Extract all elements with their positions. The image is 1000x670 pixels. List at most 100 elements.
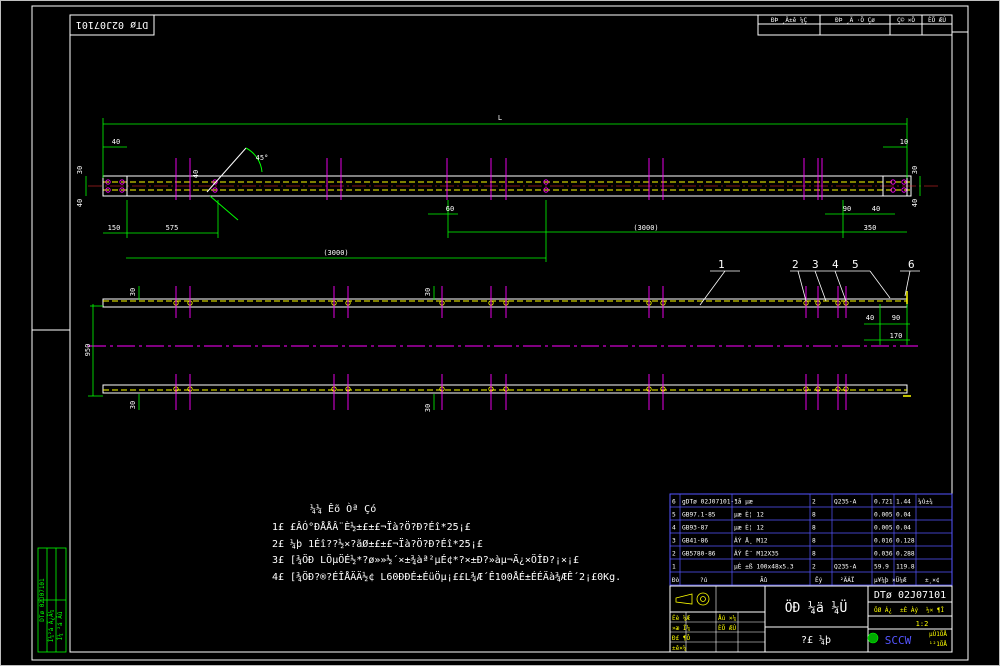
parts-header-cell: Ðò [672, 577, 680, 584]
parts-cell: 0.128 [896, 538, 915, 545]
parts-cell: °å µæ [734, 497, 753, 506]
parts-cell: Q235-A [834, 564, 857, 571]
parts-cell: 0.005 [874, 512, 893, 519]
elevation-view [88, 286, 920, 410]
parts-header-cell: ±¸×¢ [925, 577, 940, 584]
parts-cell: 1 [672, 564, 676, 571]
parts-cell: 2 [812, 564, 816, 571]
note-line-2: 2£ ¼þ 1Éî??½×?ãØ±£±£¬Ïà?Ö?Ð?Éî*25¡£ [272, 537, 483, 550]
parts-cell: 5 [672, 512, 676, 519]
title-block-label: ÈÕ ÆÚ [718, 624, 736, 632]
dim-elev-40: 40 [866, 314, 874, 322]
parts-header-cell: Êý [815, 576, 823, 584]
cad-drawing-canvas[interactable]: DTø 02J07101 ÐÞ ¸Ä±ê ¼Ç ÐÞ ¸Ä ·Ö Çø Ç© ×Ö È… [0, 0, 1000, 666]
dim-40-mid: 40 [192, 170, 200, 178]
title-block-label: ±È Àý [900, 606, 918, 614]
parts-cell: 4 [672, 525, 676, 532]
dim-575: 575 [166, 224, 179, 232]
title-block-label: ÖØ Á¿ [874, 607, 892, 614]
parts-cell: ÂÝ Ë¨ M12X35 [734, 549, 779, 558]
parts-cell: µæ È¦ 12 [734, 523, 764, 532]
parts-cell: 0.005 [874, 525, 893, 532]
dim-170: 170 [890, 332, 903, 340]
callout-6: 6 [908, 258, 915, 271]
parts-header-cell: Ãû [760, 577, 768, 584]
dim-elev-30a: 30 [129, 288, 137, 296]
parts-cell: 8 [812, 525, 816, 532]
parts-header-cell: ?ú [700, 577, 708, 584]
parts-cell: 59.9 [874, 564, 889, 571]
side-strip: DTø 02J07101 Í¼²á Ä¿Â¼ Í¼ ²á Ãû [37, 547, 67, 653]
elevation-ticks [175, 286, 847, 410]
plan-view [88, 147, 940, 221]
notes-heading: ¼¼ Êõ Òª Çó [310, 502, 376, 515]
parts-cell: µæ È¦ 12 [734, 510, 764, 519]
revision-header-0: ÐÞ ¸Ä±ê ¼Ç [771, 17, 808, 24]
parts-cell: 8 [812, 551, 816, 558]
beam-elev-lower [102, 384, 908, 394]
dim-10: 10 [900, 138, 908, 146]
dim-40-right: 40 [872, 205, 880, 213]
dim-30-right: 30 [911, 166, 919, 174]
parts-cell: Q235-A [834, 499, 857, 506]
parts-cell: GB41-86 [682, 538, 708, 545]
title-block-label: ½× ¶Î [926, 607, 944, 614]
dim-3000-right: (3000) [633, 224, 658, 232]
dim-350: 350 [864, 224, 877, 232]
company-logo-icon [867, 632, 879, 644]
parts-cell: 0.288 [896, 551, 915, 558]
dim-150: 150 [108, 224, 121, 232]
note-line-1: 1£ £ÂÓ°ÐÅÅÂ¨È½±£±£¬Ïà?Ö?Ð?Éî*25¡£ [272, 520, 471, 533]
dim-elev-30b: 30 [424, 288, 432, 296]
beam-elev-upper [102, 298, 908, 308]
dim-30-left: 30 [76, 166, 84, 174]
drawing-title: ÖÐ ¼ä ¼Ü [785, 599, 848, 616]
company-name: SCCW [885, 634, 912, 647]
dim-90: 90 [843, 205, 851, 213]
parts-cell: 0.036 [874, 551, 893, 558]
title-block-label: ±ê×¼ [672, 645, 687, 652]
parts-cell: 0.04 [896, 512, 911, 519]
parts-list: 6 gDTø 02J07101-1°å µæ 2 Q235-A 0.721 1.44 ¼û±… [669, 493, 953, 587]
title-block-label: Åú ×¼ [718, 615, 736, 622]
parts-cell: GB97.1-85 [682, 512, 716, 519]
dim-40-left-vert: 40 [76, 199, 84, 207]
parts-cell: 3 [672, 538, 676, 545]
parts-cell: ÂÝ Ä¸ M12 [734, 536, 768, 545]
parts-cell: GB5780-86 [682, 551, 716, 558]
dim-elev-30d: 30 [424, 404, 432, 412]
side-strip-code: DTø 02J07101 [39, 578, 46, 622]
revision-table: ÐÞ ¸Ä±ê ¼Ç ÐÞ ¸Ä ·Ö Çø Ç© ×Ö ÈÕ ÆÚ [757, 14, 953, 36]
parts-cell: 2 [672, 551, 676, 558]
drawing-subtitle: ?£ ¼þ [801, 634, 831, 646]
parts-cell: µÈ ±ß 100x48x5.3 [734, 562, 794, 571]
parts-cell: 0.016 [874, 538, 893, 545]
parts-cell: GB93-87 [682, 525, 708, 532]
parts-cell: 6 [672, 499, 676, 506]
dim-L: L [498, 114, 502, 122]
projection-symbol [675, 592, 710, 606]
dim-diag-40 [209, 195, 239, 221]
callout-3: 3 [812, 258, 819, 271]
title-block-label: Éè ¼Æ [672, 614, 690, 622]
title-block: ÖÐ ¼ä ¼Ü ?£ ¼þ DTø 02J07101 1:2 SCCW µÚ1… [669, 585, 953, 653]
parts-cell: 1.44 [896, 499, 911, 506]
callout-5: 5 [852, 258, 859, 271]
dim-elev-30c: 30 [129, 401, 137, 409]
callout-4: 4 [832, 258, 839, 271]
parts-cell: 0.721 [874, 499, 893, 506]
callout-labels: 1 2 3 4 5 6 [718, 258, 915, 271]
callout-1: 1 [718, 258, 725, 271]
callout-leaders [699, 270, 920, 306]
code-top-text: DTø 02J07101 [76, 19, 148, 30]
cut-line-45 [206, 147, 247, 193]
parts-header-cell: ²ÄÁÏ [840, 577, 855, 584]
parts-cell: gDTø 02J07101-1 [682, 499, 738, 506]
note-line-3: 3£ [¾ÖÐ LÖµÖÉ½*?ø»»½´×±¾àª²µÉ¢*?×±Ð?»àµ¬… [272, 553, 579, 566]
dim-40-left: 40 [112, 138, 120, 146]
side-strip-label-2: Í¼ ²á Ãû [56, 611, 64, 640]
dim-950: 950 [84, 344, 92, 357]
drawing-sheet: DTø 02J07101 ÐÞ ¸Ä±ê ¼Ç ÐÞ ¸Ä ·Ö Çø Ç© ×Ö È… [0, 0, 1000, 666]
technical-notes: ¼¼ Êõ Òª Çó 1£ £ÂÓ°ÐÅÅÂ¨È½±£±£¬Ïà?Ö?Ð?Éî… [272, 502, 621, 583]
title-block-label: Ð£ ¶Ô [672, 635, 690, 642]
